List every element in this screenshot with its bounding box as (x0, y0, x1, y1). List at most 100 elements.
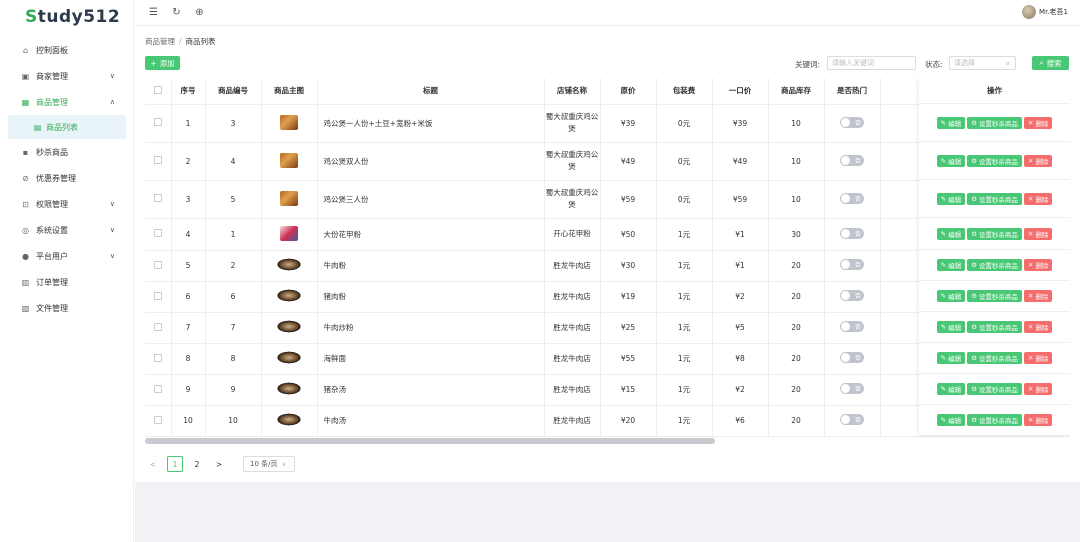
search-button[interactable]: ⌕ 搜索 (1032, 56, 1069, 70)
goods-thumbnail[interactable] (276, 258, 302, 271)
set-seckill-button[interactable]: ⚙ 设置秒杀商品 (967, 192, 1022, 205)
page-size-select[interactable]: 10 条/页 ∨ (243, 456, 295, 472)
delete-button[interactable]: ✕ 删除 (1023, 154, 1053, 167)
hot-toggle[interactable]: 否 (840, 227, 864, 239)
row-checkbox-cell[interactable] (145, 343, 172, 375)
set-seckill-button[interactable]: ⚙ 设置秒杀商品 (967, 290, 1022, 302)
set-seckill-button[interactable]: ⚙ 设置秒杀商品 (967, 116, 1022, 129)
sidebar-item-7[interactable]: ◎ 系统设置 ∨ (0, 217, 133, 243)
set-seckill-button[interactable]: ⚙ 设置秒杀商品 (967, 227, 1022, 240)
row-checkbox[interactable] (153, 322, 162, 331)
row-checkbox[interactable] (153, 353, 162, 362)
edit-button[interactable]: ✎ 编辑 (936, 321, 966, 333)
sidebar-item-9[interactable]: ▥ 订单管理 (0, 269, 133, 295)
delete-button[interactable]: ✕ 删除 (1023, 383, 1053, 395)
prev-page-button[interactable]: < (145, 456, 161, 472)
edit-button[interactable]: ✎ 编辑 (936, 414, 966, 426)
edit-button[interactable]: ✎ 编辑 (936, 352, 966, 364)
goods-thumbnail[interactable] (276, 320, 302, 333)
row-checkbox[interactable] (153, 229, 162, 237)
page-button[interactable]: 2 (189, 456, 205, 472)
row-checkbox-cell[interactable] (145, 374, 172, 406)
goods-thumbnail[interactable] (280, 114, 298, 130)
row-checkbox[interactable] (153, 415, 162, 424)
row-checkbox-cell[interactable] (145, 180, 172, 219)
edit-button[interactable]: ✎ 编辑 (936, 227, 966, 240)
delete-button[interactable]: ✕ 删除 (1023, 321, 1053, 333)
goods-thumbnail[interactable] (280, 152, 298, 168)
hot-toggle[interactable]: 否 (840, 290, 864, 301)
delete-button[interactable]: ✕ 删除 (1023, 192, 1053, 205)
delete-button[interactable]: ✕ 删除 (1023, 414, 1053, 426)
refresh-icon[interactable]: ↻ (171, 7, 182, 18)
next-page-button[interactable]: > (211, 456, 227, 472)
select-all-checkbox[interactable] (153, 85, 162, 94)
sidebar-item-1[interactable]: ▣ 商家管理 ∨ (0, 63, 133, 89)
edit-button[interactable]: ✎ 编辑 (936, 290, 966, 302)
edit-button[interactable]: ✎ 编辑 (936, 116, 966, 129)
menu-collapse-icon[interactable]: ☰ (148, 7, 159, 18)
edit-button[interactable]: ✎ 编辑 (936, 383, 966, 395)
row-checkbox-cell[interactable] (145, 104, 172, 143)
hot-toggle[interactable]: 否 (840, 154, 864, 166)
row-checkbox[interactable] (153, 260, 162, 269)
hot-toggle[interactable]: 否 (840, 259, 864, 270)
row-checkbox-cell[interactable] (145, 218, 172, 251)
row-checkbox[interactable] (153, 194, 162, 202)
sidebar-item-2[interactable]: ▦ 商品管理 ∧ (0, 89, 133, 115)
edit-button[interactable]: ✎ 编辑 (936, 154, 966, 167)
row-checkbox-cell[interactable] (145, 312, 172, 344)
hot-toggle[interactable]: 否 (840, 116, 864, 128)
scrollbar-thumb[interactable] (145, 438, 715, 444)
sidebar-item-0[interactable]: ⌂ 控制面板 (0, 37, 133, 63)
row-checkbox-cell[interactable] (145, 250, 172, 282)
select-all-checkbox-cell[interactable] (145, 78, 172, 105)
app-logo[interactable]: Study512 (0, 0, 133, 34)
sidebar-item-6[interactable]: ⊡ 权限管理 ∨ (0, 191, 133, 217)
delete-button[interactable]: ✕ 删除 (1023, 352, 1053, 364)
hot-toggle[interactable]: 否 (840, 383, 864, 394)
delete-button[interactable]: ✕ 删除 (1023, 290, 1053, 302)
edit-button[interactable]: ✎ 编辑 (936, 259, 966, 271)
hot-toggle[interactable]: 否 (840, 414, 864, 425)
user-menu[interactable]: Mr.老吾1 (1022, 5, 1068, 19)
goods-thumbnail[interactable] (276, 413, 302, 426)
edit-button[interactable]: ✎ 编辑 (936, 192, 966, 205)
goods-thumbnail[interactable] (276, 382, 302, 395)
page-button[interactable]: 1 (167, 456, 183, 472)
sidebar-item-5[interactable]: ⊘ 优惠券管理 (0, 165, 133, 191)
goods-thumbnail[interactable] (276, 351, 302, 364)
globe-icon[interactable]: ⊕ (194, 7, 205, 18)
row-checkbox[interactable] (153, 118, 162, 126)
delete-button[interactable]: ✕ 删除 (1023, 227, 1053, 240)
status-select[interactable]: 请选择 ∨ (949, 56, 1016, 70)
add-button[interactable]: + 添加 (145, 56, 180, 70)
row-checkbox-cell[interactable] (145, 142, 172, 181)
goods-thumbnail[interactable] (276, 289, 302, 302)
sidebar-item-4[interactable]: ▪ 秒杀商品 (0, 139, 133, 165)
sidebar-item-10[interactable]: ▧ 文件管理 (0, 295, 133, 321)
keyword-input[interactable]: 请输入关键词 (827, 56, 916, 70)
set-seckill-button[interactable]: ⚙ 设置秒杀商品 (967, 352, 1022, 364)
set-seckill-button[interactable]: ⚙ 设置秒杀商品 (967, 383, 1022, 395)
row-checkbox[interactable] (153, 384, 162, 393)
set-seckill-button[interactable]: ⚙ 设置秒杀商品 (967, 154, 1022, 167)
set-seckill-button[interactable]: ⚙ 设置秒杀商品 (967, 321, 1022, 333)
delete-button[interactable]: ✕ 删除 (1023, 259, 1053, 271)
row-checkbox[interactable] (153, 291, 162, 300)
hot-toggle[interactable]: 否 (840, 352, 864, 363)
row-checkbox[interactable] (153, 156, 162, 164)
sidebar-subitem-goods-list[interactable]: ▤ 商品列表 (8, 115, 126, 139)
hot-toggle[interactable]: 否 (840, 192, 864, 204)
set-seckill-button[interactable]: ⚙ 设置秒杀商品 (967, 259, 1022, 271)
set-seckill-button[interactable]: ⚙ 设置秒杀商品 (967, 414, 1022, 426)
table-scrollbar[interactable] (145, 438, 1070, 444)
hot-toggle[interactable]: 否 (840, 321, 864, 332)
goods-thumbnail[interactable] (280, 225, 298, 241)
row-checkbox-cell[interactable] (145, 405, 172, 437)
breadcrumb-parent[interactable]: 商品管理 (145, 37, 175, 46)
goods-thumbnail[interactable] (280, 190, 298, 206)
delete-button[interactable]: ✕ 删除 (1023, 116, 1053, 129)
row-checkbox-cell[interactable] (145, 281, 172, 313)
sidebar-item-8[interactable]: ● 平台用户 ∨ (0, 243, 133, 269)
